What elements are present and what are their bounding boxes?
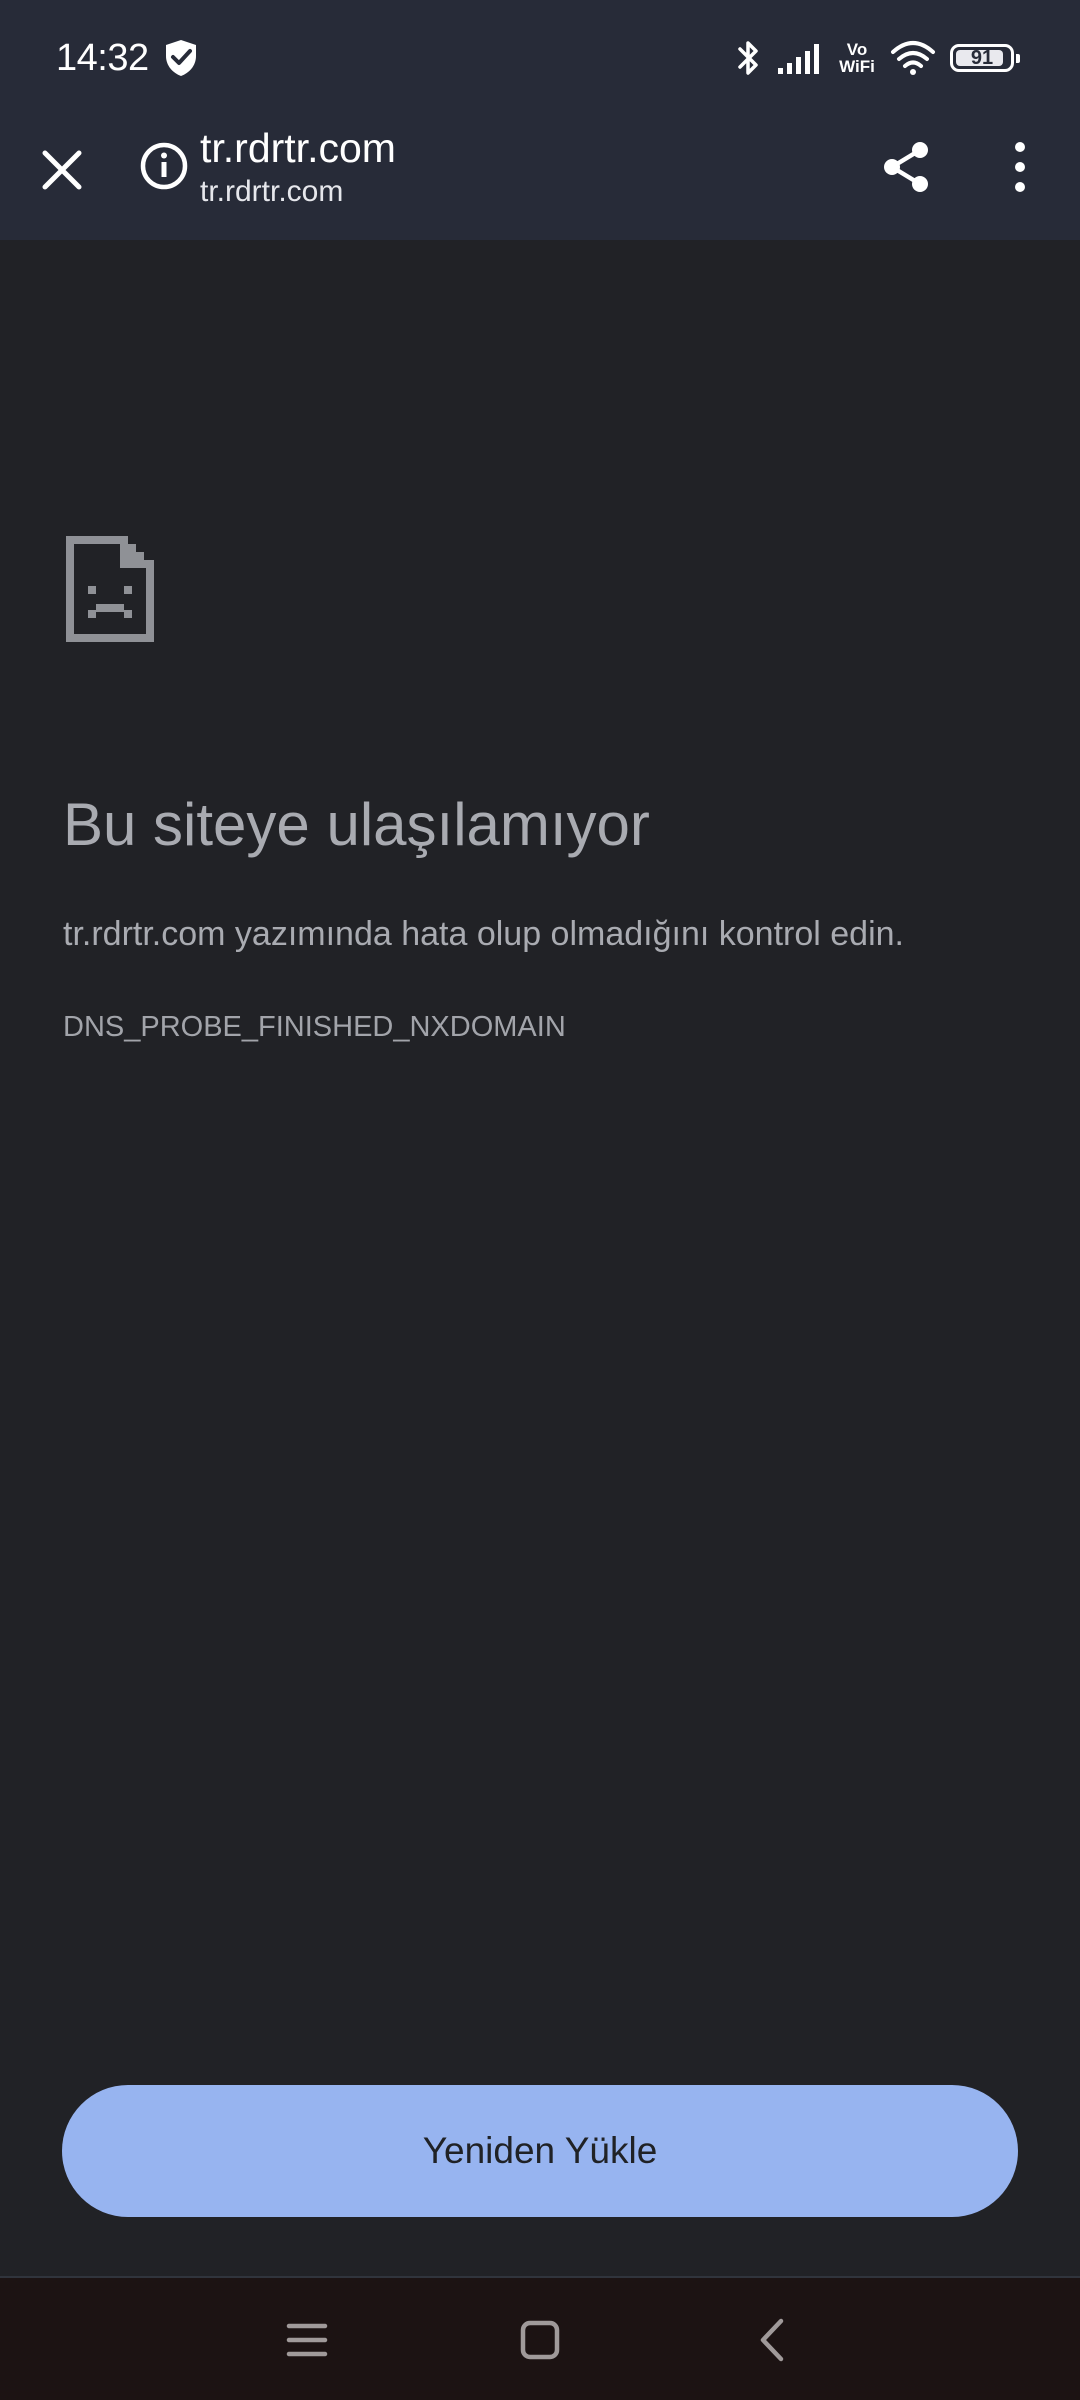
back-button[interactable] <box>740 2308 804 2372</box>
bluetooth-icon <box>738 41 758 75</box>
share-icon[interactable] <box>874 134 940 200</box>
reload-button[interactable]: Yeniden Yükle <box>62 2085 1018 2217</box>
battery-level: 91 <box>970 47 994 69</box>
more-vert-icon[interactable] <box>992 134 1048 200</box>
status-time: 14:32 <box>56 37 149 79</box>
vowifi-label-vo: Vo <box>846 40 868 59</box>
error-code[interactable]: DNS_PROBE_FINISHED_NXDOMAIN <box>63 1002 566 1052</box>
back-icon <box>760 2318 784 2362</box>
error-title: Bu siteye ulaşılamıyor <box>63 791 650 858</box>
error-description: tr.rdrtr.com yazımında hata olup olmadığ… <box>63 915 904 953</box>
battery-icon: 91 <box>950 44 1020 72</box>
wifi-icon <box>891 41 935 75</box>
url-block[interactable]: tr.rdrtr.com tr.rdrtr.com <box>200 118 840 211</box>
close-icon <box>42 150 82 190</box>
home-button[interactable] <box>508 2308 572 2372</box>
custom-tab-toolbar: tr.rdrtr.com tr.rdrtr.com <box>0 118 1080 240</box>
sad-page-icon <box>66 536 154 642</box>
page-url: tr.rdrtr.com <box>200 175 344 208</box>
system-nav-bar <box>0 2276 1080 2400</box>
info-icon[interactable] <box>136 138 192 194</box>
cellular-signal-icon <box>778 44 819 74</box>
recents-button[interactable] <box>275 2308 339 2372</box>
shield-check-icon <box>166 40 196 76</box>
menu-icon <box>286 2323 328 2357</box>
close-button[interactable] <box>30 138 94 202</box>
status-icons: Vo WiFi 91 <box>734 34 1020 82</box>
status-bar: 14:32 Vo WiFi 91 <box>0 0 1080 118</box>
home-icon <box>520 2320 560 2360</box>
vowifi-label-wifi: WiFi <box>839 57 875 76</box>
page-title: tr.rdrtr.com <box>200 125 396 171</box>
vowifi-icon: Vo WiFi <box>838 41 876 75</box>
